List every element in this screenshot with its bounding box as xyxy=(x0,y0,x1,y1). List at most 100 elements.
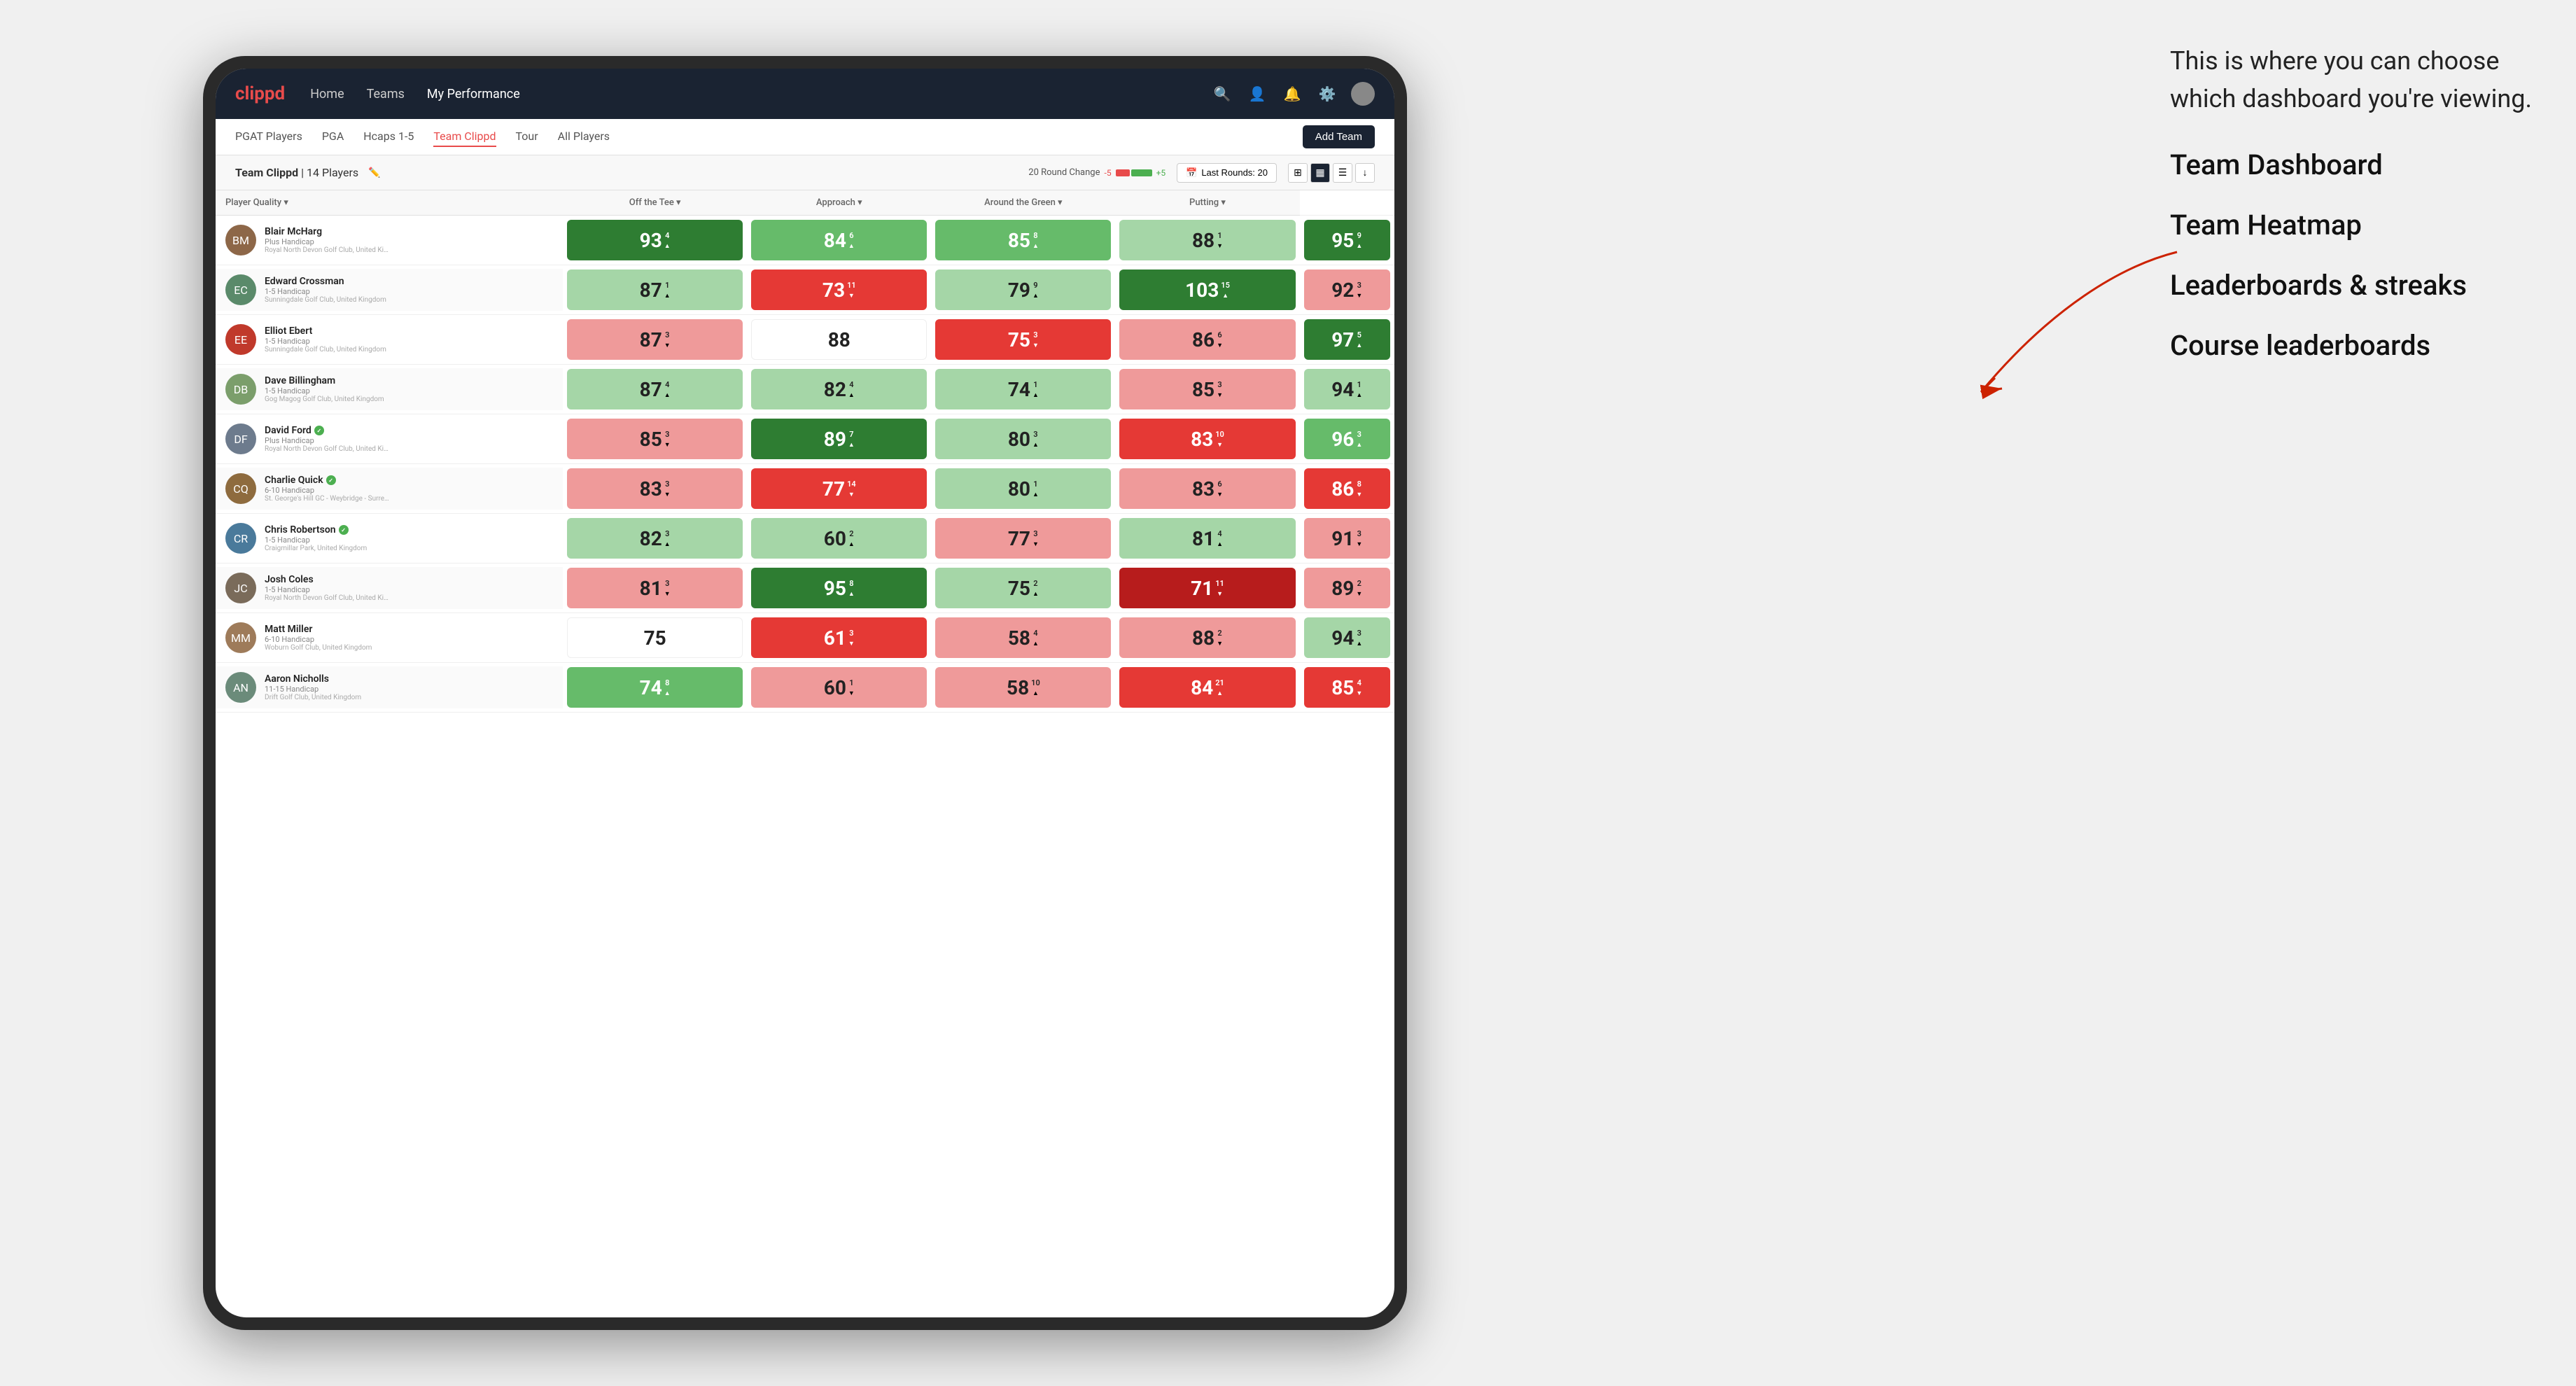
score-box: 853 xyxy=(1119,369,1295,410)
player-club: Royal North Devon Golf Club, United King… xyxy=(265,445,391,453)
score-box: 866 xyxy=(1119,319,1295,360)
player-cell-0[interactable]: BMBlair McHargPlus HandicapRoyal North D… xyxy=(216,216,563,265)
arrow-down-icon xyxy=(848,688,855,697)
player-handicap: 1-5 Handicap xyxy=(265,386,384,396)
score-cell-3-1: 824 xyxy=(747,365,931,414)
score-value: 86 xyxy=(1331,477,1354,500)
score-box: 75 xyxy=(567,617,743,658)
score-change: 2 xyxy=(1217,629,1223,648)
neg-value: -5 xyxy=(1105,168,1112,178)
arrow-up-icon xyxy=(1222,290,1228,300)
sub-nav-team-clippd[interactable]: Team Clippd xyxy=(433,127,496,147)
sub-nav-tour[interactable]: Tour xyxy=(516,127,538,147)
bell-icon[interactable]: 🔔 xyxy=(1281,83,1303,105)
score-change-value: 2 xyxy=(849,529,853,538)
pos-bar xyxy=(1131,169,1152,176)
player-cell-2[interactable]: EEElliot Ebert1-5 HandicapSunningdale Go… xyxy=(216,315,563,365)
arrow-down-icon xyxy=(1356,539,1362,548)
score-change-value: 3 xyxy=(1217,380,1222,389)
score-change: 8 xyxy=(1032,231,1039,250)
player-cell-1[interactable]: ECEdward Crossman1-5 HandicapSunningdale… xyxy=(216,265,563,315)
score-value: 85 xyxy=(1331,676,1354,699)
edit-team-icon[interactable]: ✏️ xyxy=(368,167,380,178)
score-cell-0-1: 846 xyxy=(747,216,931,265)
settings-icon[interactable]: ⚙️ xyxy=(1316,83,1338,105)
sub-nav-links: PGAT Players PGA Hcaps 1-5 Team Clippd T… xyxy=(235,127,610,147)
player-cell-5[interactable]: CQCharlie Quick✓6-10 HandicapSt. George'… xyxy=(216,464,563,514)
arrow-up-icon xyxy=(664,241,671,250)
score-box: 975 xyxy=(1304,319,1390,360)
sub-nav-all-players[interactable]: All Players xyxy=(558,127,610,147)
score-change: 6 xyxy=(1217,479,1223,498)
score-cell-4-1: 897 xyxy=(747,414,931,464)
score-box: 7311 xyxy=(751,270,927,310)
score-change-value: 4 xyxy=(1217,529,1222,538)
player-cell-4[interactable]: DFDavid Ford✓Plus HandicapRoyal North De… xyxy=(216,414,563,464)
score-cell-7-1: 958 xyxy=(747,564,931,613)
score-cell-7-3: 7111 xyxy=(1115,564,1299,613)
score-box: 836 xyxy=(1119,468,1295,509)
sub-nav-hcaps[interactable]: Hcaps 1-5 xyxy=(363,127,414,147)
table-row: ECEdward Crossman1-5 HandicapSunningdale… xyxy=(216,265,1394,315)
score-cell-6-2: 773 xyxy=(931,514,1115,564)
score-change: 1 xyxy=(1032,479,1039,498)
heatmap-view-button[interactable]: ▦ xyxy=(1310,163,1330,183)
score-value: 81 xyxy=(1192,527,1214,550)
score-box: 8421 xyxy=(1119,667,1295,708)
grid-view-button[interactable]: ⊞ xyxy=(1288,163,1308,183)
add-team-button[interactable]: Add Team xyxy=(1303,125,1375,148)
arrow-up-icon xyxy=(1032,589,1039,598)
player-handicap: 1-5 Handicap xyxy=(265,287,386,296)
score-change-value: 4 xyxy=(849,380,853,389)
list-view-button[interactable]: ☰ xyxy=(1333,163,1352,183)
profile-icon[interactable]: 👤 xyxy=(1246,83,1268,105)
player-cell-3[interactable]: DBDave Billingham1-5 HandicapGog Magog G… xyxy=(216,365,563,414)
col-header-player: Player Quality ▾ xyxy=(216,190,563,216)
search-icon[interactable]: 🔍 xyxy=(1211,83,1233,105)
sub-nav-pga[interactable]: PGA xyxy=(322,127,344,147)
player-cell-9[interactable]: ANAaron Nicholls11-15 HandicapDrift Golf… xyxy=(216,663,563,713)
dashboard-option-item: Team Heatmap xyxy=(2170,206,2534,245)
annotation-area: This is where you can choose which dashb… xyxy=(2170,42,2534,386)
arrow-down-icon xyxy=(848,290,855,300)
score-change: 7 xyxy=(848,430,855,449)
arrow-up-icon xyxy=(664,539,671,548)
player-name: Dave Billingham xyxy=(265,375,384,386)
score-change-value: 8 xyxy=(1357,479,1362,489)
arrow-down-icon xyxy=(1217,489,1223,498)
score-change-value: 3 xyxy=(665,330,669,340)
nav-link-home[interactable]: Home xyxy=(310,84,344,104)
arrow-down-icon xyxy=(664,589,671,598)
calendar-icon: 📅 xyxy=(1186,167,1197,178)
player-name: David Ford✓ xyxy=(265,425,391,436)
nav-link-my-performance[interactable]: My Performance xyxy=(427,84,520,104)
score-box: 833 xyxy=(567,468,743,509)
arrow-down-icon xyxy=(1217,241,1223,250)
arrow-down-icon xyxy=(1032,539,1039,548)
score-change-value: 11 xyxy=(847,281,856,290)
player-avatar: JC xyxy=(225,573,256,603)
arrow-up-icon xyxy=(1032,290,1039,300)
nav-links: Home Teams My Performance xyxy=(310,84,1211,104)
player-cell-8[interactable]: MMMatt Miller6-10 HandicapWoburn Golf Cl… xyxy=(216,613,563,663)
arrow-down-icon xyxy=(1356,489,1362,498)
score-cell-0-2: 858 xyxy=(931,216,1115,265)
user-avatar[interactable] xyxy=(1351,82,1375,106)
sub-nav-pgat[interactable]: PGAT Players xyxy=(235,127,302,147)
score-change-value: 4 xyxy=(1357,678,1362,687)
score-value: 87 xyxy=(640,328,662,351)
player-cell-7[interactable]: JCJosh Coles1-5 HandicapRoyal North Devo… xyxy=(216,564,563,613)
arrow-up-icon xyxy=(1032,638,1039,648)
export-button[interactable]: ↓ xyxy=(1355,163,1375,183)
score-box: 881 xyxy=(1119,220,1295,260)
score-cell-3-3: 853 xyxy=(1115,365,1299,414)
player-cell-6[interactable]: CRChris Robertson✓1-5 HandicapCraigmilla… xyxy=(216,514,563,564)
nav-link-teams[interactable]: Teams xyxy=(367,84,405,104)
verified-badge: ✓ xyxy=(339,525,349,535)
change-bar xyxy=(1116,169,1152,176)
score-value: 74 xyxy=(1008,378,1030,401)
score-change: 8 xyxy=(848,579,855,598)
score-change-value: 11 xyxy=(1215,579,1224,588)
arrow-down-icon xyxy=(1356,688,1362,697)
last-rounds-button[interactable]: 📅 Last Rounds: 20 xyxy=(1177,163,1277,183)
